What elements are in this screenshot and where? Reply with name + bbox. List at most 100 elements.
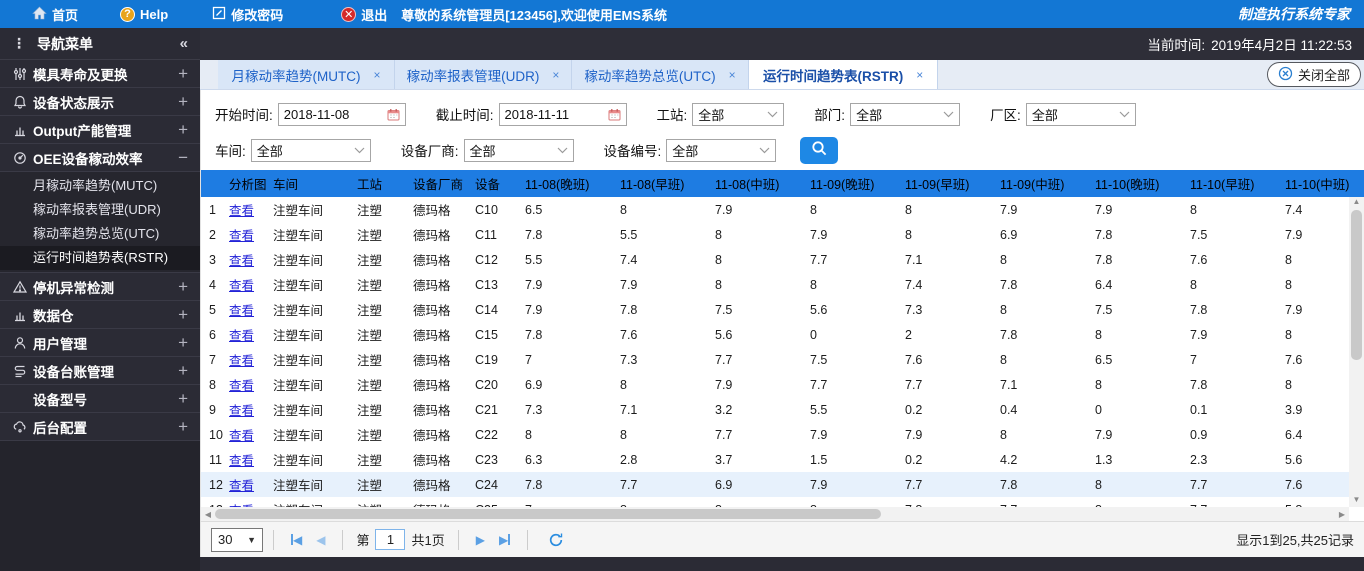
start-time-input[interactable]: 2018-11-08 — [277, 102, 406, 126]
expand-icon[interactable]: + — [178, 65, 188, 82]
expand-icon[interactable]: + — [178, 121, 188, 138]
tab[interactable]: 稼动率趋势总览(UTC) × — [572, 60, 749, 89]
close-tab-icon[interactable]: × — [552, 68, 559, 82]
sidebar-item-label: 后台配置 — [33, 420, 87, 436]
tab[interactable]: 运行时间趋势表(RSTR) × — [749, 60, 939, 89]
sidebar-item[interactable]: OEE设备稼动效率 − — [0, 144, 200, 172]
sliders-icon — [10, 67, 30, 81]
expand-icon[interactable]: + — [178, 93, 188, 110]
view-chart-link[interactable]: 查看 — [229, 329, 254, 343]
sidebar-menu: 模具寿命及更换 + 设备状态展示 + Output产能管理 + OEE设备稼动效率 − 月稼动率… — [0, 60, 200, 441]
device-no-label: 设备编号: — [603, 144, 662, 159]
view-chart-link[interactable]: 查看 — [229, 479, 254, 493]
sidebar-item[interactable]: 后台配置 + — [0, 413, 200, 441]
sidebar-item[interactable]: 用户管理 + — [0, 329, 200, 357]
shift-value-cell: 8 — [525, 427, 532, 442]
collapse-icon[interactable]: − — [178, 149, 188, 166]
change-password-button[interactable]: 修改密码 — [212, 5, 283, 24]
sidebar-item[interactable]: 设备型号 + — [0, 385, 200, 413]
tab[interactable]: 月稼动率趋势(MUTC) × — [218, 60, 395, 89]
view-chart-link[interactable]: 查看 — [229, 354, 254, 368]
scroll-down-icon[interactable]: ▼ — [1353, 495, 1361, 507]
shift-value-cell: 7.6 — [1190, 252, 1208, 267]
sidebar-subitem[interactable]: 运行时间趋势表(RSTR) — [0, 246, 200, 270]
workshop-cell: 注塑车间 — [273, 479, 324, 493]
sidebar-subitem[interactable]: 稼动率趋势总览(UTC) — [0, 222, 200, 246]
view-chart-link[interactable]: 查看 — [229, 229, 254, 243]
sidebar-subitem[interactable]: 稼动率报表管理(UDR) — [0, 198, 200, 222]
expand-icon[interactable]: + — [178, 362, 188, 379]
prev-page-button[interactable]: ◀ — [316, 534, 325, 546]
home-button[interactable]: 首页 — [32, 5, 78, 24]
sidebar-item[interactable]: 停机异常检测 + — [0, 273, 200, 301]
expand-icon[interactable]: + — [178, 418, 188, 435]
view-chart-link[interactable]: 查看 — [229, 254, 254, 268]
expand-icon[interactable]: + — [178, 334, 188, 351]
scroll-left-icon[interactable]: ◀ — [201, 510, 215, 519]
factory-select[interactable]: 全部 — [1025, 102, 1136, 126]
column-header: 11-09(早班) — [901, 170, 996, 197]
expand-icon[interactable]: + — [178, 306, 188, 323]
collapse-sidebar-button[interactable]: « — [180, 35, 188, 52]
shift-value-cell: 7.9 — [1095, 202, 1113, 217]
workshop-select[interactable]: 全部 — [250, 138, 371, 162]
sidebar-item[interactable]: Output产能管理 + — [0, 116, 200, 144]
tab-label: 运行时间趋势表(RSTR) — [763, 68, 904, 84]
close-all-tabs-button[interactable]: 关闭全部 — [1266, 62, 1361, 87]
next-page-button[interactable]: ▶ — [476, 534, 485, 546]
sidebar-item[interactable]: 模具寿命及更换 + — [0, 60, 200, 88]
runtime-trend-grid: 分析图 车间 工站 设备厂商 设备 11-08(晚班) 11-08(早班) 11-08(中班)… — [200, 170, 1364, 521]
refresh-button[interactable] — [548, 532, 564, 548]
department-select[interactable]: 全部 — [850, 102, 961, 126]
shift-value-cell: 7.8 — [1000, 277, 1018, 292]
home-icon — [32, 6, 47, 23]
scroll-up-icon[interactable]: ▲ — [1353, 197, 1361, 209]
sidebar-item[interactable]: 设备状态展示 + — [0, 88, 200, 116]
view-chart-link[interactable]: 查看 — [229, 454, 254, 468]
horizontal-scrollbar[interactable]: ◀ ▶ — [201, 507, 1349, 521]
expand-icon[interactable]: + — [178, 390, 188, 407]
help-button[interactable]: ? Help — [120, 6, 168, 22]
shift-value-cell: 1.3 — [1095, 452, 1113, 467]
horizontal-scroll-thumb[interactable] — [215, 509, 881, 519]
workshop-label: 车间: — [215, 144, 246, 159]
search-button[interactable] — [800, 136, 839, 164]
shift-value-cell: 6.9 — [1000, 227, 1018, 242]
current-time-bar: 当前时间: 2019年4月2日 11:22:53 — [200, 28, 1364, 60]
view-chart-link[interactable]: 查看 — [229, 304, 254, 318]
tab[interactable]: 稼动率报表管理(UDR) × — [395, 60, 572, 89]
view-chart-link[interactable]: 查看 — [229, 279, 254, 293]
view-chart-link[interactable]: 查看 — [229, 404, 254, 418]
expand-icon[interactable]: + — [178, 278, 188, 295]
logout-button[interactable]: ✕ 退出 — [341, 5, 387, 24]
view-chart-link[interactable]: 查看 — [229, 429, 254, 443]
calendar-icon[interactable] — [608, 108, 621, 121]
close-tab-icon[interactable]: × — [729, 68, 736, 82]
device-no-select[interactable]: 全部 — [666, 138, 777, 162]
calendar-icon[interactable] — [387, 108, 400, 121]
last-page-button[interactable]: ▶ — [499, 534, 511, 546]
sidebar-subitem[interactable]: 月稼动率趋势(MUTC) — [0, 174, 200, 198]
vertical-scrollbar[interactable]: ▲ ▼ — [1349, 197, 1364, 507]
vertical-scroll-thumb[interactable] — [1351, 210, 1362, 360]
view-chart-link[interactable]: 查看 — [229, 204, 254, 218]
station-select[interactable]: 全部 — [692, 102, 785, 126]
page-size-select[interactable]: 30 ▼ — [211, 527, 263, 552]
department-value: 全部 — [856, 107, 883, 123]
topbar: 首页 ? Help 修改密码 ✕ 退出 尊敬的系统管理员[123456],欢迎使… — [0, 0, 1364, 28]
end-time-input[interactable]: 2018-11-11 — [498, 102, 627, 126]
page-number-input[interactable]: 1 — [375, 529, 406, 550]
view-chart-link[interactable]: 查看 — [229, 379, 254, 393]
first-page-button[interactable]: ◀ — [291, 534, 302, 546]
shift-value-cell: 7 — [525, 352, 532, 367]
close-tab-icon[interactable]: × — [373, 68, 380, 82]
vendor-select[interactable]: 全部 — [463, 138, 574, 162]
device-no-filter: 设备编号: 全部 — [603, 138, 777, 162]
scroll-right-icon[interactable]: ▶ — [1335, 510, 1349, 519]
close-tab-icon[interactable]: × — [916, 68, 923, 82]
column-header: 工站 — [353, 170, 409, 197]
sidebar-item[interactable]: 设备台账管理 + — [0, 357, 200, 385]
sidebar-item[interactable]: 数据仓 + — [0, 301, 200, 329]
device-cell: C10 — [475, 202, 498, 217]
content-area: 当前时间: 2019年4月2日 11:22:53 月稼动率趋势(MUTC) × 稼动… — [200, 28, 1364, 571]
